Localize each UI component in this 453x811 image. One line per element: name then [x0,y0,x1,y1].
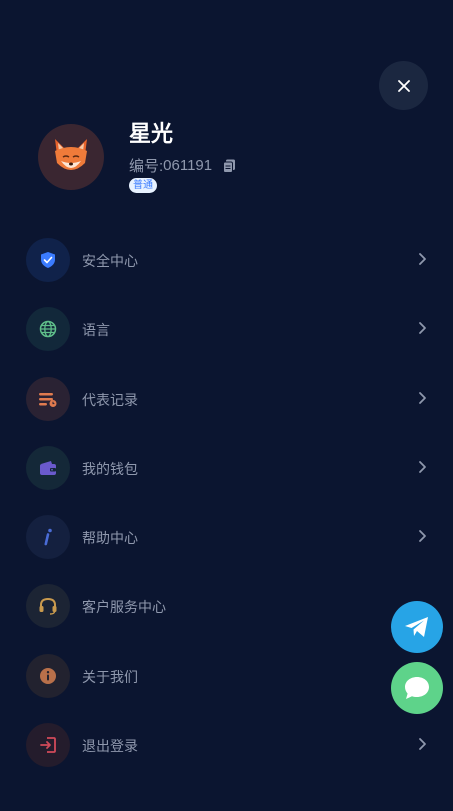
logout-icon [26,723,70,768]
member-badge: 普通 [129,178,157,193]
menu-item-language[interactable]: 语言 [0,307,453,376]
info-circle-icon [26,653,70,698]
id-label: 编号: [129,158,164,175]
menu-list: 安全中心 语言 代表记录 我的钱包 帮助中心 客户服务中心 关于我们 退出登录 [0,238,453,792]
menu-item-label: 退出登录 [82,738,138,755]
globe-icon [26,307,70,352]
menu-item-wallet[interactable]: 我的钱包 [0,445,453,515]
menu-item-label: 关于我们 [82,668,138,685]
menu-item-label: 代表记录 [82,391,138,408]
telegram-button[interactable] [391,601,443,653]
menu-item-security-center[interactable]: 安全中心 [0,238,453,307]
records-icon [26,376,70,421]
chevron-right-icon [419,460,426,473]
menu-item-customer-service[interactable]: 客户服务中心 [0,584,453,653]
chevron-right-icon [419,530,426,543]
chevron-right-icon [419,738,426,750]
fox-avatar-icon [55,139,87,170]
id-value: 061191 [163,157,213,174]
avatar [38,124,104,190]
headset-icon [26,584,70,629]
profile-id: 编号: 061191 [129,155,236,176]
menu-item-label: 帮助中心 [82,530,138,547]
chevron-right-icon [419,253,426,265]
profile-name: 星光 [129,121,174,146]
close-button[interactable] [379,61,428,110]
menu-item-about-us[interactable]: 关于我们 [0,653,453,723]
menu-item-label: 安全中心 [82,253,138,269]
menu-item-label: 客户服务中心 [82,599,166,616]
telegram-icon [405,617,428,637]
menu-item-help-center[interactable]: 帮助中心 [0,515,453,584]
chevron-right-icon [419,322,426,335]
chevron-right-icon [419,391,426,404]
close-icon [397,79,410,92]
info-italic-icon [26,515,70,560]
menu-item-label: 语言 [82,322,110,339]
chat-bubble-icon [405,677,429,699]
wallet-icon [26,445,70,490]
chat-button[interactable] [391,662,443,714]
shield-icon [26,238,70,282]
copy-icon[interactable] [223,159,236,173]
menu-item-records[interactable]: 代表记录 [0,376,453,446]
menu-item-label: 我的钱包 [82,460,138,477]
menu-item-logout[interactable]: 退出登录 [0,723,453,792]
